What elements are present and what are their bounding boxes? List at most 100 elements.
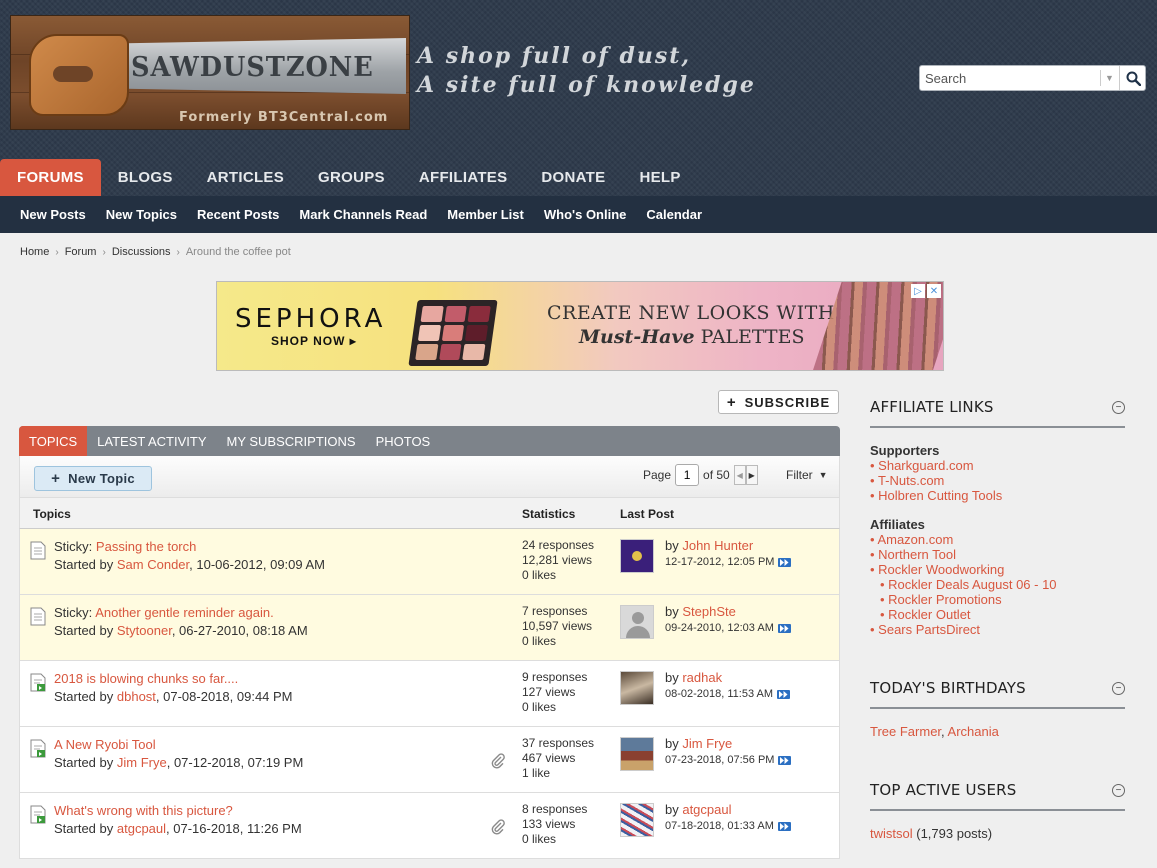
divider <box>870 426 1125 428</box>
next-page-button[interactable]: ▶ <box>745 465 758 485</box>
topic-author-link[interactable]: dbhost <box>117 689 156 704</box>
birthday-user-link[interactable]: Archania <box>948 724 999 739</box>
site-logo[interactable]: SAWDUSTZONE Formerly BT3Central.com <box>10 15 410 130</box>
search-options-dropdown[interactable]: ▼ <box>1100 70 1118 86</box>
sticky-topic-icon <box>30 607 46 631</box>
topic-row[interactable]: Sticky: Passing the torch Started by Sam … <box>19 529 840 595</box>
affiliate-link[interactable]: • Rockler Woodworking <box>870 562 1004 577</box>
search-button[interactable] <box>1119 66 1146 90</box>
affiliate-link[interactable]: • Rockler Promotions <box>880 592 1002 607</box>
nav-tab-blogs[interactable]: BLOGS <box>101 159 190 196</box>
nav-tab-groups[interactable]: GROUPS <box>301 159 402 196</box>
topic-started-by: Started by Stytooner, 06-27-2010, 08:18 … <box>54 623 308 638</box>
supporter-link-label: Holbren Cutting Tools <box>878 488 1003 503</box>
last-post-date-text: 12-17-2012, 12:05 PM <box>665 556 775 568</box>
tab-photos[interactable]: PHOTOS <box>366 426 441 456</box>
last-post-avatar[interactable] <box>620 737 654 771</box>
advertisement-banner[interactable]: SEPHORA SHOP NOW ▸ CREATE NEW LOOKS WITH… <box>216 281 944 371</box>
tab-latest-activity[interactable]: LATEST ACTIVITY <box>87 426 216 456</box>
last-post-author-link[interactable]: StephSte <box>682 604 736 619</box>
stat-responses: 24 responses <box>522 538 595 552</box>
breadcrumb-item[interactable]: Home <box>20 246 49 258</box>
chevron-right-icon: › <box>102 246 106 258</box>
collapse-icon[interactable]: − <box>1112 784 1125 797</box>
bullet: • <box>870 473 878 488</box>
subnav-link-mark-channels-read[interactable]: Mark Channels Read <box>289 207 437 222</box>
chevron-right-icon: › <box>176 246 180 258</box>
supporter-link[interactable]: • Holbren Cutting Tools <box>870 488 1002 503</box>
nav-tab-help[interactable]: HELP <box>622 159 697 196</box>
breadcrumb-item[interactable]: Discussions <box>112 246 171 258</box>
affiliate-link[interactable]: • Amazon.com <box>870 532 953 547</box>
topic-title-line: Sticky: Another gentle reminder again. <box>54 605 274 620</box>
subnav-link-new-topics[interactable]: New Topics <box>96 207 187 222</box>
last-post-avatar[interactable] <box>620 803 654 837</box>
breadcrumb: Home › Forum › Discussions › Around the coffee… <box>20 246 291 258</box>
filter-dropdown[interactable]: Filter ▼ <box>786 468 828 482</box>
topic-author-link[interactable]: Stytooner <box>117 623 172 638</box>
last-post-by: by Jim Frye <box>665 736 732 751</box>
last-post-date-text: 09-24-2010, 12:03 AM <box>665 622 774 634</box>
last-post-author-link[interactable]: Jim Frye <box>682 736 732 751</box>
jump-to-post-icon[interactable] <box>777 623 791 633</box>
topic-start-date: , 06-27-2010, 08:18 AM <box>171 623 308 638</box>
supporter-link[interactable]: • Sharkguard.com <box>870 458 974 473</box>
last-post-author-link[interactable]: radhak <box>682 670 722 685</box>
topic-title-link[interactable]: Another gentle reminder again. <box>95 605 274 620</box>
jump-to-post-icon[interactable] <box>777 821 791 831</box>
ad-close-icon[interactable]: ✕ <box>927 284 941 298</box>
nav-tab-articles[interactable]: ARTICLES <box>190 159 301 196</box>
affiliate-link[interactable]: • Rockler Deals August 06 - 10 <box>880 577 1057 592</box>
top-user-link[interactable]: twistsol <box>870 826 913 841</box>
topic-author-link[interactable]: Jim Frye <box>117 755 167 770</box>
subnav-link-calendar[interactable]: Calendar <box>636 207 712 222</box>
jump-to-post-icon[interactable] <box>778 557 792 567</box>
subnav-link-new-posts[interactable]: New Posts <box>10 207 96 222</box>
topic-title-link[interactable]: What's wrong with this picture? <box>54 803 233 818</box>
topic-row[interactable]: 2018 is blowing chunks so far.... Started… <box>19 661 840 727</box>
last-post-avatar[interactable] <box>620 671 654 705</box>
tab-topics[interactable]: TOPICS <box>19 426 88 456</box>
affiliate-link[interactable]: • Northern Tool <box>870 547 956 562</box>
topic-title-link[interactable]: A New Ryobi Tool <box>54 737 156 752</box>
collapse-icon[interactable]: − <box>1112 682 1125 695</box>
stat-likes: 0 likes <box>522 832 557 846</box>
jump-to-post-icon[interactable] <box>778 755 792 765</box>
divider <box>870 809 1125 811</box>
last-post-author-link[interactable]: atgcpaul <box>682 802 731 817</box>
tab-my-subscriptions[interactable]: MY SUBSCRIPTIONS <box>217 426 366 456</box>
jump-to-post-icon[interactable] <box>777 689 791 699</box>
tagline-line-2: A site full of knowledge <box>417 72 756 98</box>
subnav-link-recent-posts[interactable]: Recent Posts <box>187 207 289 222</box>
nav-tab-affiliates[interactable]: AFFILIATES <box>402 159 525 196</box>
search-input[interactable] <box>920 66 1098 90</box>
supporter-link[interactable]: • T-Nuts.com <box>870 473 944 488</box>
topic-title-link[interactable]: Passing the torch <box>96 539 196 554</box>
subnav-link-member-list[interactable]: Member List <box>437 207 534 222</box>
subnav-link-who-s-online[interactable]: Who's Online <box>534 207 637 222</box>
subscribe-label: SUBSCRIBE <box>744 394 831 410</box>
topic-row[interactable]: A New Ryobi Tool Started by Jim Frye, 07-… <box>19 727 840 793</box>
nav-tab-forums[interactable]: FORUMS <box>0 159 101 196</box>
prev-page-button[interactable]: ◀ <box>733 465 746 485</box>
ad-info-icon[interactable]: ▷ <box>911 284 925 298</box>
last-post-avatar[interactable] <box>620 539 654 573</box>
page-number-input[interactable] <box>675 464 700 486</box>
topic-title-line: Sticky: Passing the torch <box>54 539 196 554</box>
topic-author-link[interactable]: Sam Conder <box>117 557 189 572</box>
topic-title-link[interactable]: 2018 is blowing chunks so far.... <box>54 671 238 686</box>
topic-row[interactable]: Sticky: Another gentle reminder again. St… <box>19 595 840 661</box>
ad-shop-now[interactable]: SHOP NOW ▸ <box>271 334 357 348</box>
collapse-icon[interactable]: − <box>1112 401 1125 414</box>
subscribe-button[interactable]: + SUBSCRIBE <box>718 390 839 414</box>
topic-author-link[interactable]: atgcpaul <box>117 821 166 836</box>
nav-tab-donate[interactable]: DONATE <box>524 159 622 196</box>
affiliate-link[interactable]: • Rockler Outlet <box>880 607 971 622</box>
birthday-user-link[interactable]: Tree Farmer <box>870 724 941 739</box>
last-post-author-link[interactable]: John Hunter <box>682 538 753 553</box>
topic-row[interactable]: What's wrong with this picture? Started b… <box>19 793 840 859</box>
breadcrumb-item[interactable]: Forum <box>65 246 97 258</box>
affiliate-link[interactable]: • Sears PartsDirect <box>870 622 980 637</box>
new-topic-button[interactable]: + New Topic <box>34 466 152 491</box>
last-post-avatar[interactable] <box>620 605 654 639</box>
